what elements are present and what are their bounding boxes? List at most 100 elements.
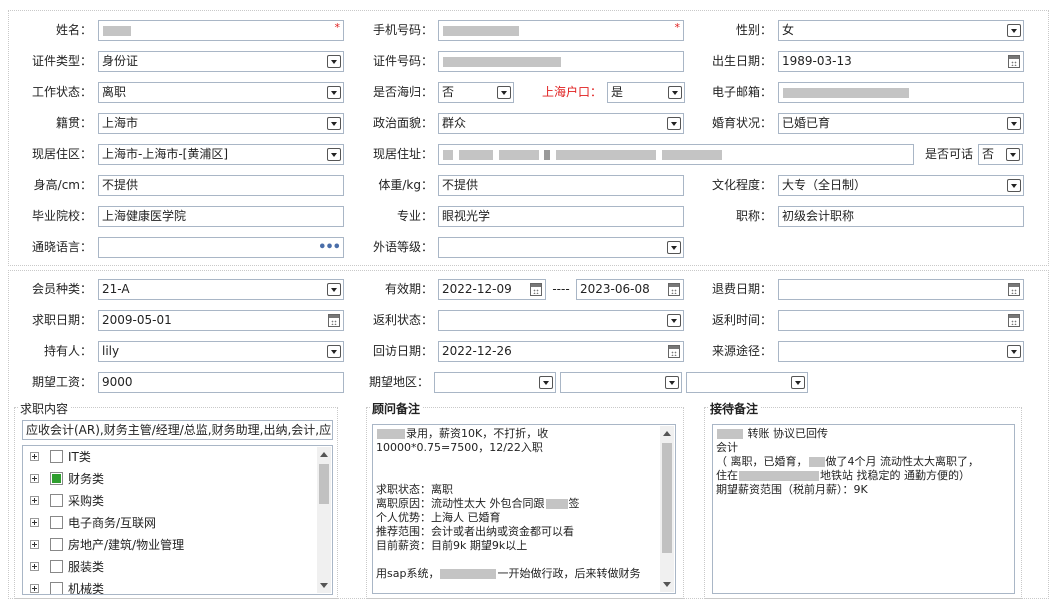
chevron-down-icon[interactable]: [327, 86, 341, 99]
member-type-select[interactable]: 21-A: [98, 279, 344, 300]
visit-date-field[interactable]: 2022-12-26: [438, 341, 684, 362]
school-field[interactable]: 上海健康医学院: [98, 206, 344, 227]
chevron-down-icon[interactable]: [1007, 345, 1021, 358]
height-field[interactable]: 不提供: [98, 175, 344, 196]
chevron-down-icon[interactable]: [1007, 24, 1021, 37]
chevron-down-icon[interactable]: [327, 55, 341, 68]
scroll-down-icon[interactable]: [320, 583, 328, 588]
education-select[interactable]: 大专（全日制）: [778, 175, 1024, 196]
tree-item[interactable]: 服装类: [23, 556, 313, 578]
source-select[interactable]: [778, 341, 1024, 362]
id-number-field[interactable]: [438, 51, 684, 72]
tree-item[interactable]: 电子商务/互联网: [23, 512, 313, 534]
job-category-tree[interactable]: IT类 财务类 采购类 电子商务/互联网 房地产/建筑/物业管理 服装类 机械类: [22, 445, 333, 595]
expand-icon[interactable]: [30, 540, 39, 549]
tree-checkbox[interactable]: [50, 472, 63, 485]
tree-checkbox[interactable]: [50, 494, 63, 507]
chevron-down-icon[interactable]: [1007, 179, 1021, 192]
residence-area-select[interactable]: 上海市-上海市-[黄浦区]: [98, 144, 344, 165]
calendar-icon[interactable]: [1008, 283, 1020, 296]
chevron-down-icon[interactable]: [667, 314, 681, 327]
chevron-down-icon[interactable]: [667, 241, 681, 254]
redacted-text: [443, 149, 453, 160]
expected-salary-field[interactable]: 9000: [98, 372, 344, 393]
gender-select[interactable]: 女: [778, 20, 1024, 41]
name-field[interactable]: *: [98, 20, 344, 41]
native-place-select[interactable]: 上海市: [98, 113, 344, 134]
tree-checkbox[interactable]: [50, 582, 63, 594]
phone-field[interactable]: *: [438, 20, 684, 41]
job-content-summary[interactable]: 应收会计(AR),财务主管/经理/总监,财务助理,出纳,会计,应: [22, 420, 333, 440]
expand-icon[interactable]: [30, 452, 39, 461]
chevron-down-icon[interactable]: [667, 117, 681, 130]
scroll-down-icon[interactable]: [663, 582, 671, 587]
expand-icon[interactable]: [30, 518, 39, 527]
chevron-down-icon[interactable]: [327, 283, 341, 296]
languages-field[interactable]: •••: [98, 237, 344, 258]
foreign-level-select[interactable]: [438, 237, 684, 258]
calendar-icon[interactable]: [328, 314, 340, 327]
tree-item[interactable]: 财务类: [23, 468, 313, 490]
expand-icon[interactable]: [30, 496, 39, 505]
expand-icon[interactable]: [30, 562, 39, 571]
residence-address-field[interactable]: [438, 144, 914, 165]
major-field[interactable]: 眼视光学: [438, 206, 684, 227]
validity-to-field[interactable]: 2023-06-08: [576, 279, 684, 300]
chevron-down-icon[interactable]: [1006, 148, 1020, 161]
chevron-down-icon[interactable]: [497, 86, 511, 99]
tree-scrollbar[interactable]: [317, 447, 331, 593]
political-status-select[interactable]: 群众: [438, 113, 684, 134]
chevron-down-icon[interactable]: [1007, 117, 1021, 130]
returnee-select[interactable]: 否: [438, 82, 514, 103]
chevron-down-icon[interactable]: [327, 345, 341, 358]
advisor-note-scrollbar[interactable]: [660, 426, 674, 592]
tree-item[interactable]: IT类: [23, 446, 313, 468]
id-type-select[interactable]: 身份证: [98, 51, 344, 72]
chevron-down-icon[interactable]: [539, 376, 553, 389]
rebate-status-select[interactable]: [438, 310, 684, 331]
tree-item[interactable]: 采购类: [23, 490, 313, 512]
birth-date-field[interactable]: 1989-03-13: [778, 51, 1024, 72]
work-status-select[interactable]: 离职: [98, 82, 344, 103]
calendar-icon[interactable]: [1008, 314, 1020, 327]
reception-note-textarea[interactable]: 转账 协议已回传 会计（ 离职，已婚育， 做了4个月 流动性太大离职了， 住在 地铁站 …: [712, 424, 1015, 594]
title-field[interactable]: 初级会计职称: [778, 206, 1024, 227]
calendar-icon[interactable]: [668, 345, 680, 358]
expected-area-province-select[interactable]: [434, 372, 556, 393]
email-field[interactable]: [778, 82, 1024, 103]
tree-checkbox[interactable]: [50, 538, 63, 551]
scroll-thumb[interactable]: [319, 464, 329, 504]
expand-icon[interactable]: [30, 584, 39, 593]
chevron-down-icon[interactable]: [665, 376, 679, 389]
scroll-thumb[interactable]: [662, 443, 672, 553]
expand-icon[interactable]: [30, 474, 39, 483]
tree-checkbox[interactable]: [50, 516, 63, 529]
reachable-select[interactable]: 否: [978, 144, 1023, 165]
shanghai-hukou-select[interactable]: 是: [607, 82, 685, 103]
chevron-down-icon[interactable]: [791, 376, 805, 389]
source-label: 来源途径：: [711, 344, 772, 358]
tree-checkbox[interactable]: [50, 560, 63, 573]
calendar-icon[interactable]: [668, 283, 680, 296]
rebate-time-field[interactable]: [778, 310, 1024, 331]
refund-date-field[interactable]: [778, 279, 1024, 300]
tree-item[interactable]: 房地产/建筑/物业管理: [23, 534, 313, 556]
more-icon[interactable]: •••: [318, 238, 341, 257]
scroll-up-icon[interactable]: [663, 431, 671, 436]
validity-from-field[interactable]: 2022-12-09: [438, 279, 546, 300]
education-label: 文化程度：: [711, 178, 772, 192]
expected-area-district-select[interactable]: [686, 372, 808, 393]
advisor-note-textarea[interactable]: 录用，薪资10K，不打折，收 10000*0.75=7500，12/22入职 求职状…: [372, 424, 676, 594]
job-seek-date-field[interactable]: 2009-05-01: [98, 310, 344, 331]
tree-item[interactable]: 机械类: [23, 578, 313, 594]
calendar-icon[interactable]: [530, 283, 542, 296]
chevron-down-icon[interactable]: [327, 148, 341, 161]
holder-select[interactable]: lily: [98, 341, 344, 362]
scroll-up-icon[interactable]: [320, 452, 328, 457]
expected-area-city-select[interactable]: [560, 372, 682, 393]
tree-checkbox[interactable]: [50, 450, 63, 463]
weight-field[interactable]: 不提供: [438, 175, 684, 196]
calendar-icon[interactable]: [1008, 55, 1020, 68]
marital-status-select[interactable]: 已婚已育: [778, 113, 1024, 134]
chevron-down-icon[interactable]: [327, 117, 341, 130]
